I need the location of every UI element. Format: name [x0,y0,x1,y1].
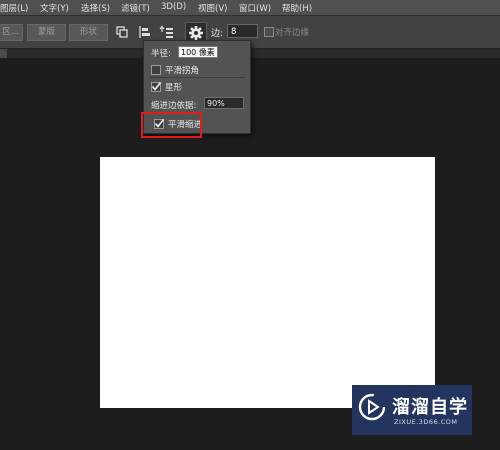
smooth-corners-label: 平滑拐角 [165,66,200,76]
checkmark-icon [151,82,162,91]
star-checkbox[interactable] [151,82,162,92]
path-operations-icon[interactable] [114,24,130,40]
highlight-annotation [141,112,202,138]
selection-button[interactable]: 区... [0,24,23,41]
document-canvas[interactable] [100,157,435,408]
mask-button[interactable]: 蒙版 [27,24,66,41]
path-alignment-icon[interactable] [137,24,153,40]
menu-window[interactable]: 窗口(W) [239,2,271,14]
menu-bar: 图层(L) 文字(Y) 选择(S) 滤镜(T) 3D(D) 视图(V) 窗口(W… [0,0,500,16]
align-edges-checkbox[interactable] [264,27,274,37]
path-arrangement-icon[interactable] [159,24,175,40]
radius-label: 半径: [151,49,171,59]
shape-button[interactable]: 形状 [69,24,108,41]
menu-help[interactable]: 帮助(H) [282,2,312,14]
menu-filter[interactable]: 滤镜(T) [121,2,150,14]
watermark-url: ZIXUE.3D66.COM [394,418,458,426]
star-label: 星形 [165,83,183,93]
radius-input[interactable]: 100 像素 [178,46,218,58]
menu-3d[interactable]: 3D(D) [161,2,186,12]
smooth-corners-checkbox[interactable] [151,65,161,75]
indent-label: 缩进边依据: [151,101,197,111]
menu-layer[interactable]: 图层(L) [0,2,28,14]
indent-input[interactable]: 90% [204,97,244,109]
edge-label: 边: [211,29,224,39]
divider [149,77,245,78]
edge-count-input[interactable]: 8 [227,24,258,38]
watermark-title: 溜溜自学 [392,397,468,418]
menu-type[interactable]: 文字(Y) [40,2,69,14]
play-logo-icon [357,392,387,422]
align-edges-label: 对齐边缘 [275,28,310,38]
menu-view[interactable]: 视图(V) [198,2,227,14]
menu-select[interactable]: 选择(S) [81,2,110,14]
document-tab[interactable] [0,49,7,58]
